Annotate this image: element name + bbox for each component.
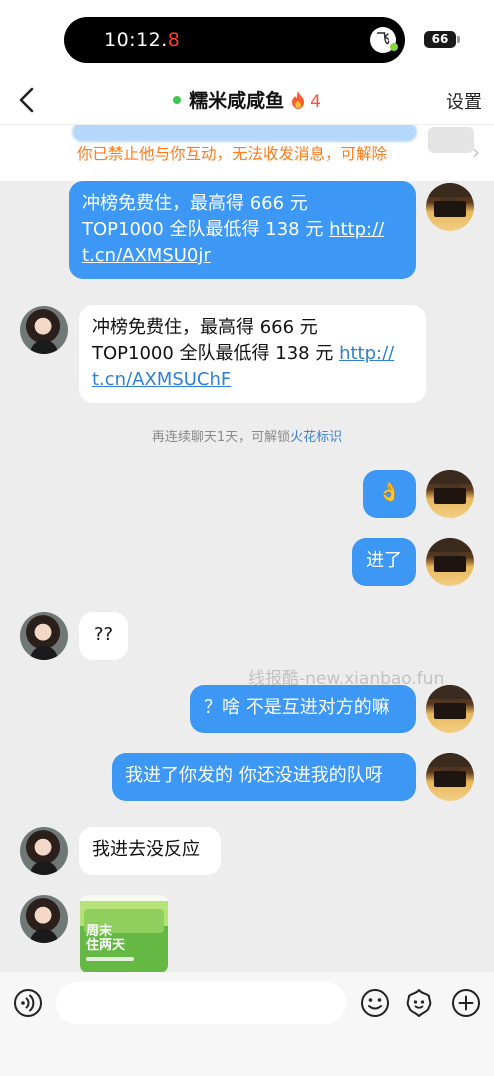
spark-unlock-notice: 再连续聊天1天，可解锁火花标识 bbox=[151, 430, 343, 445]
message-bubble-outgoing[interactable]: ？啥 不是互进对方的嘛 bbox=[190, 685, 416, 733]
blocked-banner[interactable]: 你已禁止他与你互动，无法收发消息，可解除 › bbox=[0, 124, 494, 181]
message-text: 冲榜免费住，最高得 666 元 bbox=[92, 317, 318, 338]
message-link[interactable]: t.cn/AXMSUChF bbox=[92, 369, 231, 390]
contact-avatar[interactable] bbox=[20, 895, 68, 943]
app-badge-icon: 飞 bbox=[370, 27, 398, 53]
banner-scroll-ghost bbox=[72, 125, 417, 142]
blocked-banner-text: 你已禁止他与你互动，无法收发消息，可解除 bbox=[77, 145, 388, 163]
message-text: TOP1000 全队最低得 138 元 bbox=[92, 343, 340, 364]
emoji-icon[interactable] bbox=[360, 988, 390, 1018]
contact-avatar[interactable] bbox=[20, 306, 68, 354]
message-bubble-outgoing[interactable]: 冲榜免费住，最高得 666 元 TOP1000 全队最低得 138 元 http… bbox=[69, 181, 416, 279]
message-text: ？啥 不是互进对方的嘛 bbox=[204, 697, 390, 718]
status-time: 10:12.8 bbox=[104, 29, 181, 51]
contact-name: 糯米咸咸鱼 bbox=[189, 90, 285, 112]
message-link[interactable]: t.cn/AXMSU0jr bbox=[82, 245, 211, 266]
my-avatar[interactable] bbox=[426, 685, 474, 733]
message-bubble-outgoing[interactable]: 进了 bbox=[352, 538, 416, 586]
message-bubble-outgoing[interactable]: 我进了你发的 你还没进我的队呀 bbox=[112, 753, 416, 801]
my-avatar[interactable] bbox=[426, 753, 474, 801]
my-avatar[interactable] bbox=[426, 538, 474, 586]
message-text: ?? bbox=[93, 624, 114, 645]
voice-input-icon[interactable] bbox=[13, 988, 43, 1018]
settings-button[interactable]: 设置 bbox=[446, 88, 482, 114]
add-more-icon[interactable] bbox=[451, 988, 481, 1018]
contact-avatar[interactable] bbox=[20, 612, 68, 660]
message-bubble-incoming[interactable]: 冲榜免费住，最高得 666 元 TOP1000 全队最低得 138 元 http… bbox=[79, 305, 426, 403]
message-input-bar bbox=[0, 972, 494, 1076]
message-text: 我进了你发的 你还没进我的队呀 bbox=[125, 765, 383, 786]
message-input[interactable] bbox=[56, 982, 346, 1024]
chat-title: 糯米咸咸鱼 4 bbox=[0, 86, 494, 113]
my-avatar[interactable] bbox=[426, 470, 474, 518]
sticker-icon[interactable] bbox=[404, 988, 434, 1018]
message-text: 我进去没反应 bbox=[92, 839, 200, 860]
dynamic-island: 10:12.8 飞 bbox=[64, 17, 405, 63]
online-status-dot bbox=[173, 95, 182, 104]
chat-header: 糯米咸咸鱼 4 设置 bbox=[0, 78, 494, 124]
message-text: TOP1000 全队最低得 138 元 bbox=[82, 219, 330, 240]
message-link[interactable]: http:// bbox=[329, 219, 384, 240]
contact-avatar[interactable] bbox=[20, 827, 68, 875]
message-link[interactable]: http:// bbox=[339, 343, 394, 364]
status-bar: 10:12.8 飞 66 bbox=[0, 0, 494, 78]
battery-icon: 66 bbox=[424, 31, 460, 48]
shared-image-title: 周末 住两天 bbox=[86, 924, 126, 953]
message-text: 进了 bbox=[366, 550, 402, 571]
spark-badge-link[interactable]: 火花标识 bbox=[290, 430, 342, 445]
message-bubble-incoming[interactable]: ?? bbox=[79, 612, 128, 660]
spark-fire-icon bbox=[292, 90, 305, 109]
message-text: 冲榜免费住，最高得 666 元 bbox=[82, 193, 308, 214]
message-bubble-incoming[interactable]: 我进去没反应 bbox=[79, 827, 221, 875]
ok-hand-emoji: 👌 bbox=[378, 482, 401, 503]
chevron-right-icon: › bbox=[472, 140, 480, 164]
streak-count: 4 bbox=[310, 92, 321, 112]
my-avatar[interactable] bbox=[426, 183, 474, 231]
shared-image-subtitle-bar bbox=[86, 957, 134, 961]
message-bubble-outgoing[interactable]: 👌 bbox=[363, 470, 416, 518]
shared-image-message[interactable]: 周末 住两天 bbox=[80, 895, 168, 973]
banner-scroll-ghost-avatar bbox=[428, 127, 474, 153]
